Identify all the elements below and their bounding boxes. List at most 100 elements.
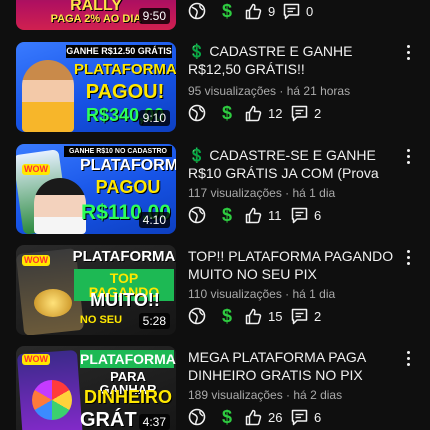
thumbnail-text: PAGOU! [85, 81, 165, 103]
svg-text:$: $ [222, 1, 232, 21]
more-vert-icon [400, 45, 416, 60]
video-actions: $ 12 2 [188, 103, 388, 123]
comment-count: 2 [314, 308, 322, 324]
comment-count: 6 [314, 207, 322, 223]
globe-icon [188, 307, 206, 325]
like-button[interactable]: 9 [245, 1, 275, 21]
video-thumbnail[interactable]: GANHE R$10 NO CADASTRO PLATAFORMA PAGOU … [16, 144, 176, 234]
more-vert-icon [400, 351, 416, 366]
video-meta: 110 visualizações · há 1 dia [188, 287, 336, 301]
comment-button[interactable]: 0 [283, 1, 313, 21]
globe-button[interactable] [188, 205, 206, 225]
globe-button[interactable] [188, 407, 206, 427]
comment-icon [283, 3, 300, 19]
thumbnail-text: NO SEU [79, 314, 123, 326]
video-title[interactable]: MEGA PLATAFORMA PAGA DINHEIRO GRATIS NO … [188, 348, 398, 384]
thumbnail-text: PLATAFORMA [72, 248, 176, 265]
comment-icon [291, 308, 308, 324]
video-row-1[interactable]: GANHE R$12.50 GRÁTIS PLATAFORMAS PAGOU! … [0, 42, 430, 134]
globe-icon [188, 206, 206, 224]
like-button[interactable]: 12 [245, 103, 282, 123]
video-thumbnail[interactable]: PLATAFORMA PARA GANHAR DINHEIRO GRÁT WOW… [16, 346, 176, 430]
thumbnail-badge: WOW [22, 255, 50, 266]
like-button[interactable]: 11 [245, 205, 282, 225]
video-actions: $ 15 2 [188, 306, 388, 326]
like-button[interactable]: 26 [245, 407, 282, 427]
comment-icon [291, 207, 308, 223]
thumbs-up-icon [245, 105, 262, 121]
video-duration: 9:10 [138, 110, 170, 126]
svg-text:$: $ [222, 205, 232, 225]
more-button[interactable] [400, 42, 416, 62]
like-count: 9 [268, 3, 276, 19]
svg-text:$: $ [222, 306, 232, 326]
comment-button[interactable]: 6 [291, 205, 321, 225]
thumbnail-text: PLATAFORMAS [74, 61, 176, 78]
globe-button[interactable] [188, 1, 206, 21]
video-row-0[interactable]: RALLY PAGA 2% AO DIA 9:50 $ 9 0 [0, 0, 430, 30]
video-meta: 95 visualizações · há 21 horas [188, 84, 351, 98]
video-duration: 4:10 [138, 212, 170, 228]
video-row-4[interactable]: PLATAFORMA PARA GANHAR DINHEIRO GRÁT WOW… [0, 346, 430, 430]
comment-button[interactable]: 6 [291, 407, 321, 427]
thumbnail-badge: WOW [22, 164, 50, 175]
comment-count: 6 [314, 409, 322, 425]
svg-text:$: $ [222, 407, 232, 427]
video-thumbnail[interactable]: PLATAFORMA TOP PAGANDO MUITO!! NO SEU WO… [16, 245, 176, 335]
thumbnail-text: DINHEIRO [83, 387, 172, 407]
monetization-button[interactable]: $ [220, 103, 234, 123]
thumbnail-text: GANHE R$12.50 GRÁTIS [66, 45, 172, 58]
comment-button[interactable]: 2 [291, 103, 321, 123]
video-row-3[interactable]: PLATAFORMA TOP PAGANDO MUITO!! NO SEU WO… [0, 245, 430, 337]
video-actions: $ 9 0 [188, 1, 388, 21]
video-duration: 4:37 [138, 414, 170, 430]
video-duration: 5:28 [138, 313, 170, 329]
dollar-icon: $ [222, 205, 232, 225]
thumbnail-text: PLATAFORMA [80, 350, 176, 368]
thumbs-up-icon [245, 3, 262, 19]
comment-count: 2 [314, 105, 322, 121]
more-vert-icon [400, 149, 416, 164]
dollar-icon: $ [222, 103, 232, 123]
dollar-icon: $ [222, 407, 232, 427]
video-actions: $ 11 6 [188, 205, 388, 225]
monetization-button[interactable]: $ [220, 1, 234, 21]
monetization-button[interactable]: $ [220, 306, 234, 326]
thumbnail-reward [34, 289, 72, 317]
thumbs-up-icon [245, 308, 262, 324]
video-thumbnail[interactable]: GANHE R$12.50 GRÁTIS PLATAFORMAS PAGOU! … [16, 42, 176, 132]
globe-button[interactable] [188, 103, 206, 123]
video-thumbnail[interactable]: RALLY PAGA 2% AO DIA 9:50 [16, 0, 176, 30]
like-button[interactable]: 15 [245, 306, 282, 326]
video-title[interactable]: 💲 CADASTRE E GANHE R$12,50 GRÁTIS!! PLAT… [188, 42, 398, 78]
comment-icon [291, 105, 308, 121]
thumbnail-text: PAGOU [95, 177, 161, 197]
video-row-2[interactable]: GANHE R$10 NO CADASTRO PLATAFORMA PAGOU … [0, 144, 430, 236]
more-button[interactable] [400, 146, 416, 166]
globe-icon [188, 408, 206, 426]
more-button[interactable] [400, 247, 416, 267]
video-actions: $ 26 6 [188, 407, 388, 427]
comment-icon [291, 409, 308, 425]
like-count: 15 [268, 308, 283, 324]
thumbs-up-icon [245, 207, 262, 223]
globe-icon [188, 2, 206, 20]
video-meta: 189 visualizações · há 2 dias [188, 388, 343, 402]
globe-icon [188, 104, 206, 122]
thumbnail-text: GRÁT [80, 409, 137, 430]
thumbnail-text: MUITO!! [90, 290, 160, 310]
more-button[interactable] [400, 348, 416, 368]
monetization-button[interactable]: $ [220, 205, 234, 225]
thumbs-up-icon [245, 409, 262, 425]
monetization-button[interactable]: $ [220, 407, 234, 427]
like-count: 12 [268, 105, 283, 121]
video-title[interactable]: 💲 CADASTRE-SE E GANHE R$10 GRÁTIS JA COM… [188, 146, 398, 182]
comment-count: 0 [306, 3, 314, 19]
globe-button[interactable] [188, 306, 206, 326]
comment-button[interactable]: 2 [291, 306, 321, 326]
dollar-icon: $ [222, 1, 232, 21]
more-vert-icon [400, 250, 416, 265]
thumbnail-wheel [32, 380, 72, 420]
video-title[interactable]: TOP!! PLATAFORMA PAGANDO MUITO NO SEU PI… [188, 247, 398, 283]
thumbnail-text: GANHE R$10 NO CADASTRO [64, 146, 172, 157]
